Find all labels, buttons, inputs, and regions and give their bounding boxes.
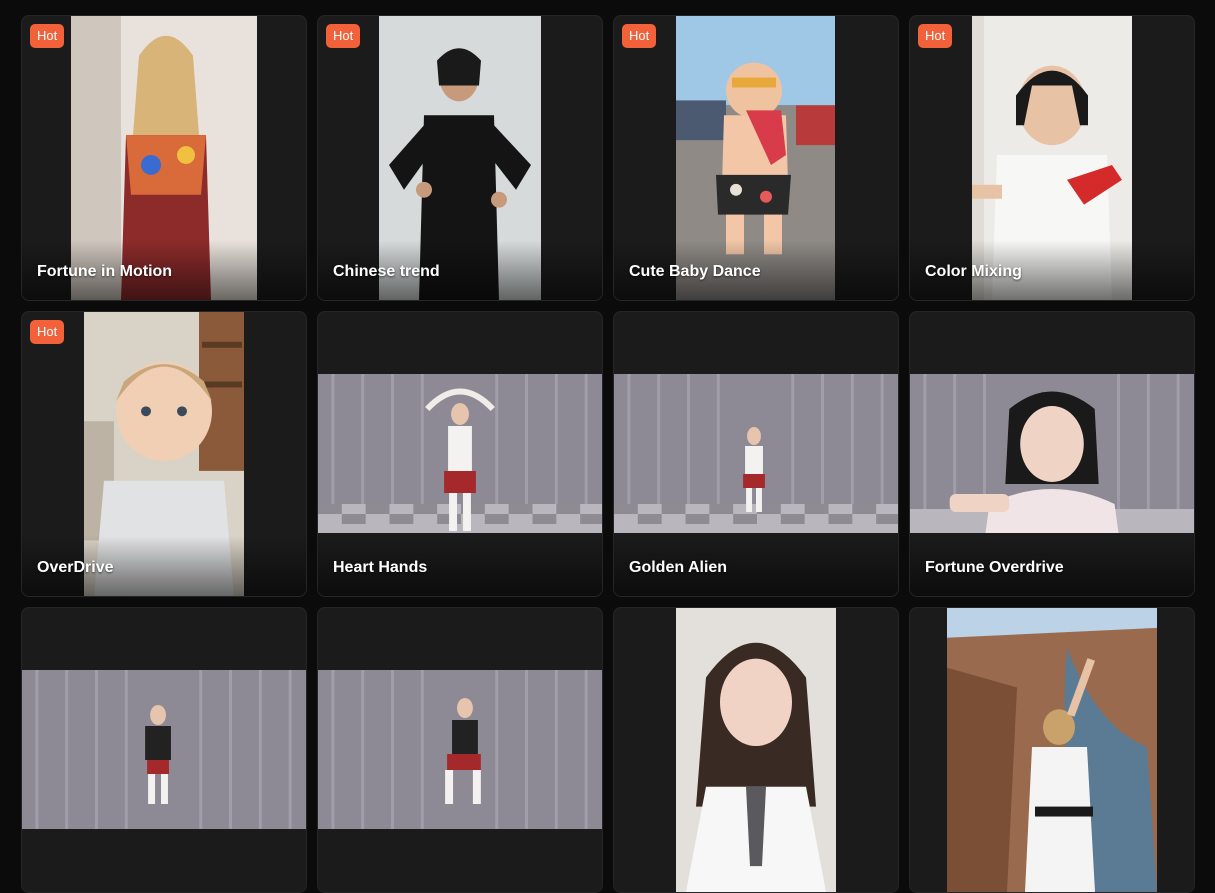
card-thumbnail — [947, 608, 1157, 892]
card-title: Heart Hands — [333, 559, 428, 576]
template-card-fortune-in-motion[interactable]: Hot Fortune in Motion — [21, 15, 307, 301]
template-card[interactable] — [21, 607, 307, 893]
template-card-overdrive[interactable]: Hot OverDrive — [21, 311, 307, 597]
template-card-cute-baby-dance[interactable]: Hot Cute Baby Dance — [613, 15, 899, 301]
card-thumbnail — [318, 374, 602, 533]
hot-badge: Hot — [622, 24, 657, 48]
hot-badge: Hot — [30, 320, 65, 344]
card-title: Fortune Overdrive — [925, 559, 1064, 576]
template-card-heart-hands[interactable]: Heart Hands — [317, 311, 603, 597]
card-title: Color Mixing — [925, 263, 1022, 280]
template-card-chinese-trend[interactable]: Hot Chinese trend — [317, 15, 603, 301]
template-card[interactable] — [613, 607, 899, 893]
template-card-golden-alien[interactable]: Golden Alien — [613, 311, 899, 597]
card-title: Golden Alien — [629, 559, 728, 576]
card-title: Chinese trend — [333, 263, 440, 280]
card-title: OverDrive — [37, 559, 114, 576]
card-title: Cute Baby Dance — [629, 263, 761, 280]
card-thumbnail — [910, 374, 1194, 533]
template-card[interactable] — [909, 607, 1195, 893]
card-thumbnail — [22, 670, 306, 829]
card-thumbnail — [318, 670, 602, 829]
template-card-fortune-overdrive[interactable]: Fortune Overdrive — [909, 311, 1195, 597]
hot-badge: Hot — [30, 24, 65, 48]
card-thumbnail — [676, 608, 836, 892]
template-card[interactable] — [317, 607, 603, 893]
card-thumbnail — [614, 374, 898, 533]
hot-badge: Hot — [918, 24, 953, 48]
hot-badge: Hot — [326, 24, 361, 48]
card-title: Fortune in Motion — [37, 263, 173, 280]
template-card-color-mixing[interactable]: Hot Color Mixing — [909, 15, 1195, 301]
template-grid: Hot Fortune in Motion Hot Chinese trend — [21, 15, 1195, 893]
